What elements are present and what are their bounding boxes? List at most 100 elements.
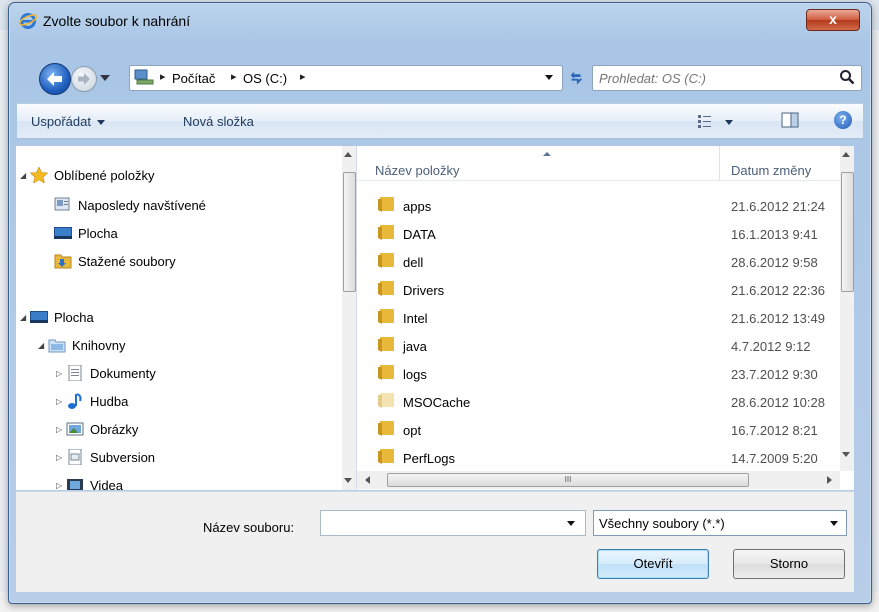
column-separator[interactable] [719,146,720,180]
search-input[interactable] [597,68,833,88]
filetype-value: Všechny soubory (*.*) [599,516,725,531]
nav-music[interactable]: ▷ Hudba [56,390,128,412]
address-dropdown-icon[interactable] [545,75,553,80]
filetype-select[interactable]: Všechny soubory (*.*) [593,510,847,536]
nav-desktop-root[interactable]: ◢ Plocha [20,306,94,328]
scroll-down-icon[interactable] [842,452,850,457]
horizontal-scrollbar[interactable]: III [357,471,840,489]
nav-documents[interactable]: ▷ Dokumenty [56,362,156,384]
nav-music-label: Hudba [90,393,129,409]
scroll-up-icon[interactable] [344,152,352,157]
file-date: 28.6.2012 9:58 [731,255,818,270]
file-list-pane[interactable]: Název položky Datum změny apps 21.6.2012… [357,146,854,490]
nav-pictures[interactable]: ▷ Obrázky [56,418,138,440]
file-date: 16.7.2012 8:21 [731,423,818,438]
file-row[interactable]: logs 23.7.2012 9:30 [357,358,844,386]
file-name: logs [403,367,427,382]
nav-libraries[interactable]: ◢ Knihovny [38,334,125,356]
collapsed-triangle-icon: ▷ [56,452,63,462]
forward-arrow-icon [78,73,90,85]
folder-icon [378,337,394,352]
file-list-scrollbar[interactable] [840,146,854,471]
folder-icon [378,197,394,212]
file-name: opt [403,423,422,438]
nav-subversion-label: Subversion [90,449,156,465]
breadcrumb-separator-icon: ▸ [231,71,237,83]
chevron-down-icon [830,521,838,526]
cancel-button[interactable]: Storno [733,549,845,579]
filename-combobox[interactable] [320,510,586,536]
nav-scrollbar[interactable] [342,146,356,490]
recent-places-icon [54,197,70,211]
collapsed-triangle-icon: ▷ [56,480,63,490]
file-name: PerfLogs [403,451,456,466]
scroll-up-icon[interactable] [842,152,850,157]
file-row[interactable]: DATA 16.1.2013 9:41 [357,218,844,246]
nav-recent-places[interactable]: Naposledy navštívené [54,194,206,216]
file-row[interactable]: PerfLogs 14.7.2009 5:20 [357,442,844,470]
file-row[interactable]: Intel 21.6.2012 13:49 [357,302,844,330]
nav-videos-label: Videa [90,477,124,491]
column-header-date[interactable]: Datum změny [731,163,811,178]
videos-icon [67,479,83,490]
folder-icon [378,365,394,380]
file-date: 23.7.2012 9:30 [731,367,818,382]
folder-icon [378,449,394,464]
file-name: MSOCache [403,395,471,410]
forward-button[interactable] [71,66,97,92]
nav-documents-label: Dokumenty [90,365,156,381]
computer-icon [134,69,154,85]
nav-favorites[interactable]: ◢ Oblíbené položky [20,164,154,186]
organize-button[interactable]: Uspořádat [31,114,105,129]
column-header-row: Název položky Datum změny [357,146,844,181]
open-button[interactable]: Otevřít [597,549,709,579]
breadcrumb-drive[interactable]: OS (C:) [243,71,287,86]
breadcrumb[interactable]: ▸ Počítač ▸ OS (C:) ▸ [129,65,563,91]
file-name: apps [403,199,432,214]
nav-downloads[interactable]: Stažené soubory [54,250,176,272]
file-row[interactable]: Drivers 21.6.2012 22:36 [357,274,844,302]
scroll-right-icon[interactable] [827,476,832,484]
scroll-down-icon[interactable] [344,478,352,483]
file-row[interactable]: dell 28.6.2012 9:58 [357,246,844,274]
nav-subversion[interactable]: ▷ Subversion [56,446,155,468]
search-icon[interactable] [839,69,855,85]
nav-desktop-label: Plocha [78,225,118,241]
pictures-icon [66,422,84,436]
nav-scroll-thumb[interactable] [343,172,356,292]
refresh-button[interactable] [565,65,587,89]
nav-videos[interactable]: ▷ Videa [56,474,123,490]
nav-libraries-label: Knihovny [72,337,126,353]
scroll-left-icon[interactable] [365,476,370,484]
help-button[interactable]: ? [834,111,852,129]
preview-pane-button[interactable] [781,112,799,128]
file-row[interactable]: opt 16.7.2012 8:21 [357,414,844,442]
music-note-icon [68,393,82,409]
chevron-down-icon[interactable] [567,521,575,526]
file-row[interactable]: apps 21.6.2012 21:24 [357,190,844,218]
new-folder-button[interactable]: Nová složka [183,114,254,129]
collapsed-triangle-icon: ▷ [56,368,63,378]
file-date: 21.6.2012 21:24 [731,199,825,214]
desktop-icon [54,227,72,239]
file-date: 21.6.2012 22:36 [731,283,825,298]
horizontal-scroll-thumb[interactable]: III [387,473,749,487]
breadcrumb-computer[interactable]: Počítač [172,71,215,86]
toolbar: Uspořádat Nová složka ? [17,103,863,139]
filename-input[interactable] [325,514,559,534]
file-row[interactable]: MSOCache 28.6.2012 10:28 [357,386,844,414]
file-scroll-thumb[interactable] [841,172,854,292]
title-bar[interactable]: Zvolte soubor k nahrání x [9,3,871,31]
close-button[interactable]: x [806,9,860,31]
window-title: Zvolte soubor k nahrání [43,13,191,29]
history-dropdown-icon[interactable] [100,75,110,81]
back-button[interactable] [39,63,71,95]
search-box[interactable] [592,65,862,91]
change-view-button[interactable] [697,112,737,130]
column-header-name[interactable]: Název položky [375,163,460,178]
back-arrow-icon [47,72,62,86]
navigation-pane[interactable]: ◢ Oblíbené položky Naposledy navštívené … [16,146,357,490]
hidden-folder-icon [378,393,394,408]
file-row[interactable]: java 4.7.2012 9:12 [357,330,844,358]
nav-desktop[interactable]: Plocha [54,222,118,244]
